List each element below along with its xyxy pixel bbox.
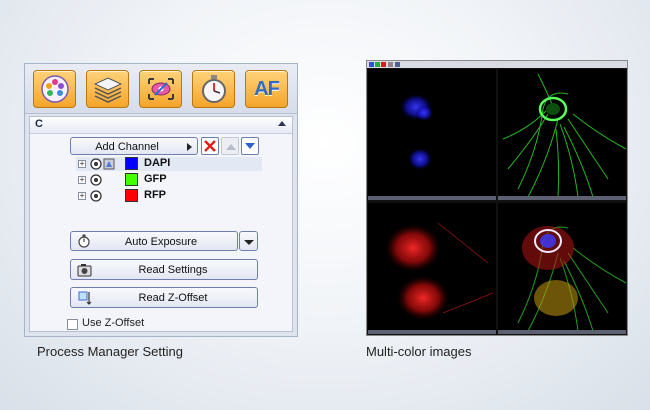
close-icon [204, 140, 216, 152]
section-title: C [35, 118, 43, 130]
chevron-down-icon [244, 240, 254, 245]
arrow-up-icon [226, 144, 236, 150]
autofocus-button[interactable]: AF [245, 70, 288, 108]
expand-icon[interactable]: + [78, 176, 86, 184]
image-quadrant-dapi[interactable] [368, 69, 496, 200]
auto-exposure-dropdown[interactable] [239, 231, 258, 251]
section-header[interactable]: C [30, 117, 292, 134]
auto-exposure-button[interactable]: Auto Exposure [70, 231, 238, 251]
channel-color-swatch [125, 173, 138, 186]
autofocus-label: AF [254, 78, 280, 100]
channel-row-dapi[interactable]: + DAPI [76, 157, 262, 171]
process-manager-panel: AF C Add Channel + DAPI + GFP + RFP Auto… [24, 63, 298, 337]
auto-exposure-label: Auto Exposure [124, 236, 198, 248]
channel-toggle-icon[interactable] [375, 62, 380, 67]
viewer-toolbar [367, 61, 627, 68]
merge-toggle-icon[interactable] [388, 62, 393, 67]
delete-channel-button[interactable] [201, 137, 219, 155]
channel-name: GFP [144, 173, 167, 185]
channel-toggle-icon[interactable] [381, 62, 386, 67]
read-z-offset-label: Read Z-Offset [138, 292, 208, 304]
expand-icon[interactable]: + [78, 160, 86, 168]
layers-icon [93, 77, 122, 103]
arrow-down-icon [245, 143, 255, 149]
play-arrow-icon [187, 143, 192, 151]
expand-icon[interactable]: + [78, 192, 86, 200]
color-palette-icon [40, 75, 69, 103]
read-settings-button[interactable]: Read Settings [70, 259, 258, 280]
focus-target-button[interactable] [139, 70, 182, 108]
camera-icon [90, 158, 115, 170]
collapse-arrow-icon[interactable] [278, 121, 286, 126]
use-z-offset-label: Use Z-Offset [82, 317, 145, 329]
channel-name: DAPI [144, 157, 171, 169]
gfp-image [502, 73, 626, 198]
use-z-offset-checkbox[interactable] [67, 319, 78, 330]
quadrant-footer [368, 330, 496, 334]
channel-row-rfp[interactable]: + RFP [76, 189, 262, 203]
read-settings-label: Read Settings [138, 264, 208, 276]
quadrant-footer [498, 330, 626, 334]
focus-target-icon [147, 78, 174, 100]
image-quadrant-gfp[interactable] [498, 69, 626, 200]
layers-button[interactable] [86, 70, 129, 108]
dapi-image [400, 94, 433, 170]
channel-row-gfp[interactable]: + GFP [76, 173, 262, 187]
read-z-offset-button[interactable]: Read Z-Offset [70, 287, 258, 308]
quadrant-footer [498, 196, 626, 200]
color-palette-button[interactable] [33, 70, 76, 108]
image-quadrant-rfp[interactable] [368, 203, 496, 334]
quadrant-footer [368, 196, 496, 200]
add-channel-label: Add Channel [95, 141, 159, 153]
right-caption: Multi-color images [366, 344, 472, 359]
move-up-button[interactable] [221, 137, 239, 155]
camera-icon [90, 190, 102, 202]
rfp-image [385, 222, 494, 320]
merge-image [517, 226, 626, 332]
channel-color-swatch [125, 157, 138, 170]
camera-icon [90, 174, 102, 186]
channel-toggle-icon[interactable] [369, 62, 374, 67]
toolbar: AF [25, 64, 297, 114]
channel-color-swatch [125, 189, 138, 202]
left-caption: Process Manager Setting [37, 344, 183, 359]
image-quadrant-merge[interactable] [498, 203, 626, 334]
stopwatch-button[interactable] [192, 70, 235, 108]
move-down-button[interactable] [241, 137, 259, 155]
stopwatch-icon [201, 75, 226, 103]
add-channel-button[interactable]: Add Channel [70, 137, 198, 155]
channel-section: C Add Channel + DAPI + GFP + RFP Auto Ex… [29, 116, 293, 332]
view-option-icon[interactable] [395, 62, 400, 67]
channel-name: RFP [144, 189, 166, 201]
multi-color-image-viewer [366, 60, 628, 336]
